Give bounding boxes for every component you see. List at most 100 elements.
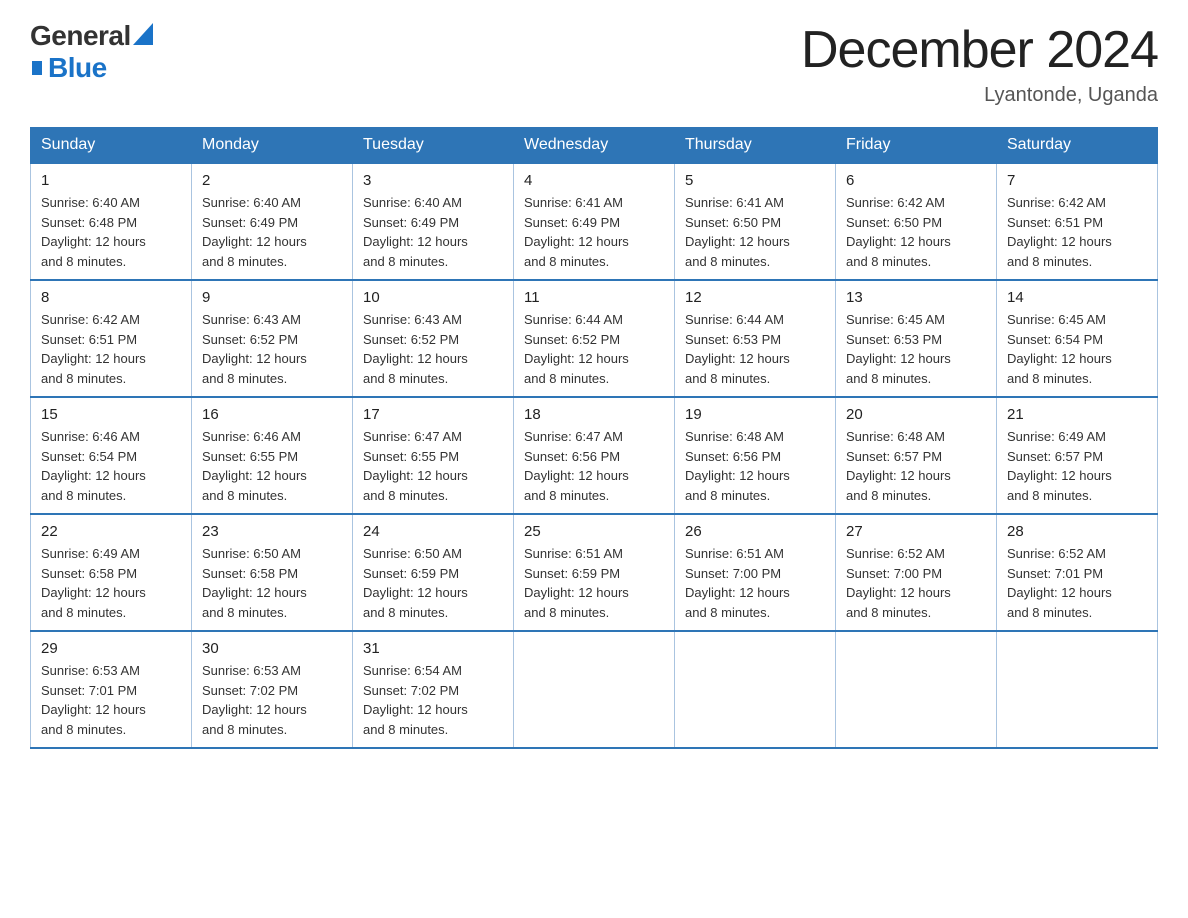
title-section: December 2024 Lyantonde, Uganda xyxy=(801,20,1158,107)
day-number: 18 xyxy=(524,406,664,423)
logo: General Blue xyxy=(30,20,153,84)
day-info: Sunrise: 6:53 AM Sunset: 7:02 PM Dayligh… xyxy=(202,661,342,739)
day-info: Sunrise: 6:45 AM Sunset: 6:53 PM Dayligh… xyxy=(846,310,986,388)
header-saturday: Saturday xyxy=(997,128,1158,164)
day-number: 20 xyxy=(846,406,986,423)
day-info: Sunrise: 6:51 AM Sunset: 6:59 PM Dayligh… xyxy=(524,544,664,622)
day-info: Sunrise: 6:49 AM Sunset: 6:58 PM Dayligh… xyxy=(41,544,181,622)
day-info: Sunrise: 6:52 AM Sunset: 7:01 PM Dayligh… xyxy=(1007,544,1147,622)
calendar-cell: 10 Sunrise: 6:43 AM Sunset: 6:52 PM Dayl… xyxy=(353,280,514,397)
calendar-cell: 4 Sunrise: 6:41 AM Sunset: 6:49 PM Dayli… xyxy=(514,163,675,280)
day-info: Sunrise: 6:41 AM Sunset: 6:50 PM Dayligh… xyxy=(685,193,825,271)
calendar-cell xyxy=(997,631,1158,748)
day-number: 7 xyxy=(1007,172,1147,189)
day-info: Sunrise: 6:47 AM Sunset: 6:55 PM Dayligh… xyxy=(363,427,503,505)
header-monday: Monday xyxy=(192,128,353,164)
day-info: Sunrise: 6:42 AM Sunset: 6:51 PM Dayligh… xyxy=(1007,193,1147,271)
calendar-cell: 29 Sunrise: 6:53 AM Sunset: 7:01 PM Dayl… xyxy=(31,631,192,748)
day-number: 30 xyxy=(202,640,342,657)
day-number: 8 xyxy=(41,289,181,306)
calendar-cell: 15 Sunrise: 6:46 AM Sunset: 6:54 PM Dayl… xyxy=(31,397,192,514)
calendar-cell xyxy=(514,631,675,748)
calendar-cell: 31 Sunrise: 6:54 AM Sunset: 7:02 PM Dayl… xyxy=(353,631,514,748)
day-number: 13 xyxy=(846,289,986,306)
calendar-cell: 23 Sunrise: 6:50 AM Sunset: 6:58 PM Dayl… xyxy=(192,514,353,631)
day-number: 31 xyxy=(363,640,503,657)
day-info: Sunrise: 6:52 AM Sunset: 7:00 PM Dayligh… xyxy=(846,544,986,622)
calendar-cell xyxy=(836,631,997,748)
day-info: Sunrise: 6:42 AM Sunset: 6:50 PM Dayligh… xyxy=(846,193,986,271)
header-sunday: Sunday xyxy=(31,128,192,164)
calendar-cell: 2 Sunrise: 6:40 AM Sunset: 6:49 PM Dayli… xyxy=(192,163,353,280)
logo-blue-text: Blue xyxy=(48,52,107,84)
calendar-cell: 1 Sunrise: 6:40 AM Sunset: 6:48 PM Dayli… xyxy=(31,163,192,280)
day-info: Sunrise: 6:48 AM Sunset: 6:57 PM Dayligh… xyxy=(846,427,986,505)
calendar-cell: 28 Sunrise: 6:52 AM Sunset: 7:01 PM Dayl… xyxy=(997,514,1158,631)
header-tuesday: Tuesday xyxy=(353,128,514,164)
calendar-cell: 11 Sunrise: 6:44 AM Sunset: 6:52 PM Dayl… xyxy=(514,280,675,397)
calendar-cell: 16 Sunrise: 6:46 AM Sunset: 6:55 PM Dayl… xyxy=(192,397,353,514)
calendar-cell: 12 Sunrise: 6:44 AM Sunset: 6:53 PM Dayl… xyxy=(675,280,836,397)
day-number: 29 xyxy=(41,640,181,657)
day-info: Sunrise: 6:40 AM Sunset: 6:49 PM Dayligh… xyxy=(363,193,503,271)
day-number: 17 xyxy=(363,406,503,423)
day-info: Sunrise: 6:42 AM Sunset: 6:51 PM Dayligh… xyxy=(41,310,181,388)
logo-general-text: General xyxy=(30,20,131,52)
calendar-cell: 7 Sunrise: 6:42 AM Sunset: 6:51 PM Dayli… xyxy=(997,163,1158,280)
week-row-5: 29 Sunrise: 6:53 AM Sunset: 7:01 PM Dayl… xyxy=(31,631,1158,748)
header-friday: Friday xyxy=(836,128,997,164)
day-number: 6 xyxy=(846,172,986,189)
day-number: 16 xyxy=(202,406,342,423)
calendar-cell: 6 Sunrise: 6:42 AM Sunset: 6:50 PM Dayli… xyxy=(836,163,997,280)
day-number: 21 xyxy=(1007,406,1147,423)
day-info: Sunrise: 6:44 AM Sunset: 6:52 PM Dayligh… xyxy=(524,310,664,388)
day-number: 19 xyxy=(685,406,825,423)
day-number: 26 xyxy=(685,523,825,540)
calendar-cell: 9 Sunrise: 6:43 AM Sunset: 6:52 PM Dayli… xyxy=(192,280,353,397)
calendar-cell: 26 Sunrise: 6:51 AM Sunset: 7:00 PM Dayl… xyxy=(675,514,836,631)
day-number: 12 xyxy=(685,289,825,306)
day-info: Sunrise: 6:50 AM Sunset: 6:58 PM Dayligh… xyxy=(202,544,342,622)
calendar-cell: 25 Sunrise: 6:51 AM Sunset: 6:59 PM Dayl… xyxy=(514,514,675,631)
calendar-cell: 21 Sunrise: 6:49 AM Sunset: 6:57 PM Dayl… xyxy=(997,397,1158,514)
day-number: 2 xyxy=(202,172,342,189)
day-info: Sunrise: 6:51 AM Sunset: 7:00 PM Dayligh… xyxy=(685,544,825,622)
day-info: Sunrise: 6:47 AM Sunset: 6:56 PM Dayligh… xyxy=(524,427,664,505)
day-info: Sunrise: 6:50 AM Sunset: 6:59 PM Dayligh… xyxy=(363,544,503,622)
day-number: 4 xyxy=(524,172,664,189)
calendar-subtitle: Lyantonde, Uganda xyxy=(801,84,1158,107)
day-info: Sunrise: 6:43 AM Sunset: 6:52 PM Dayligh… xyxy=(202,310,342,388)
day-number: 1 xyxy=(41,172,181,189)
page-header: General Blue December 2024 Lyantonde, Ug… xyxy=(30,20,1158,107)
week-row-1: 1 Sunrise: 6:40 AM Sunset: 6:48 PM Dayli… xyxy=(31,163,1158,280)
week-row-3: 15 Sunrise: 6:46 AM Sunset: 6:54 PM Dayl… xyxy=(31,397,1158,514)
calendar-cell: 14 Sunrise: 6:45 AM Sunset: 6:54 PM Dayl… xyxy=(997,280,1158,397)
calendar-cell: 8 Sunrise: 6:42 AM Sunset: 6:51 PM Dayli… xyxy=(31,280,192,397)
week-row-2: 8 Sunrise: 6:42 AM Sunset: 6:51 PM Dayli… xyxy=(31,280,1158,397)
calendar-cell: 3 Sunrise: 6:40 AM Sunset: 6:49 PM Dayli… xyxy=(353,163,514,280)
day-number: 23 xyxy=(202,523,342,540)
day-info: Sunrise: 6:53 AM Sunset: 7:01 PM Dayligh… xyxy=(41,661,181,739)
calendar-table: Sunday Monday Tuesday Wednesday Thursday… xyxy=(30,127,1158,749)
day-number: 11 xyxy=(524,289,664,306)
day-number: 25 xyxy=(524,523,664,540)
day-number: 3 xyxy=(363,172,503,189)
day-number: 14 xyxy=(1007,289,1147,306)
day-info: Sunrise: 6:45 AM Sunset: 6:54 PM Dayligh… xyxy=(1007,310,1147,388)
calendar-title: December 2024 xyxy=(801,20,1158,80)
header-thursday: Thursday xyxy=(675,128,836,164)
logo-blue-square-icon xyxy=(32,61,42,75)
calendar-cell xyxy=(675,631,836,748)
calendar-cell: 27 Sunrise: 6:52 AM Sunset: 7:00 PM Dayl… xyxy=(836,514,997,631)
calendar-cell: 19 Sunrise: 6:48 AM Sunset: 6:56 PM Dayl… xyxy=(675,397,836,514)
day-info: Sunrise: 6:40 AM Sunset: 6:48 PM Dayligh… xyxy=(41,193,181,271)
day-info: Sunrise: 6:48 AM Sunset: 6:56 PM Dayligh… xyxy=(685,427,825,505)
day-number: 5 xyxy=(685,172,825,189)
day-info: Sunrise: 6:40 AM Sunset: 6:49 PM Dayligh… xyxy=(202,193,342,271)
day-info: Sunrise: 6:49 AM Sunset: 6:57 PM Dayligh… xyxy=(1007,427,1147,505)
day-number: 10 xyxy=(363,289,503,306)
day-info: Sunrise: 6:43 AM Sunset: 6:52 PM Dayligh… xyxy=(363,310,503,388)
day-info: Sunrise: 6:44 AM Sunset: 6:53 PM Dayligh… xyxy=(685,310,825,388)
calendar-cell: 13 Sunrise: 6:45 AM Sunset: 6:53 PM Dayl… xyxy=(836,280,997,397)
calendar-cell: 18 Sunrise: 6:47 AM Sunset: 6:56 PM Dayl… xyxy=(514,397,675,514)
